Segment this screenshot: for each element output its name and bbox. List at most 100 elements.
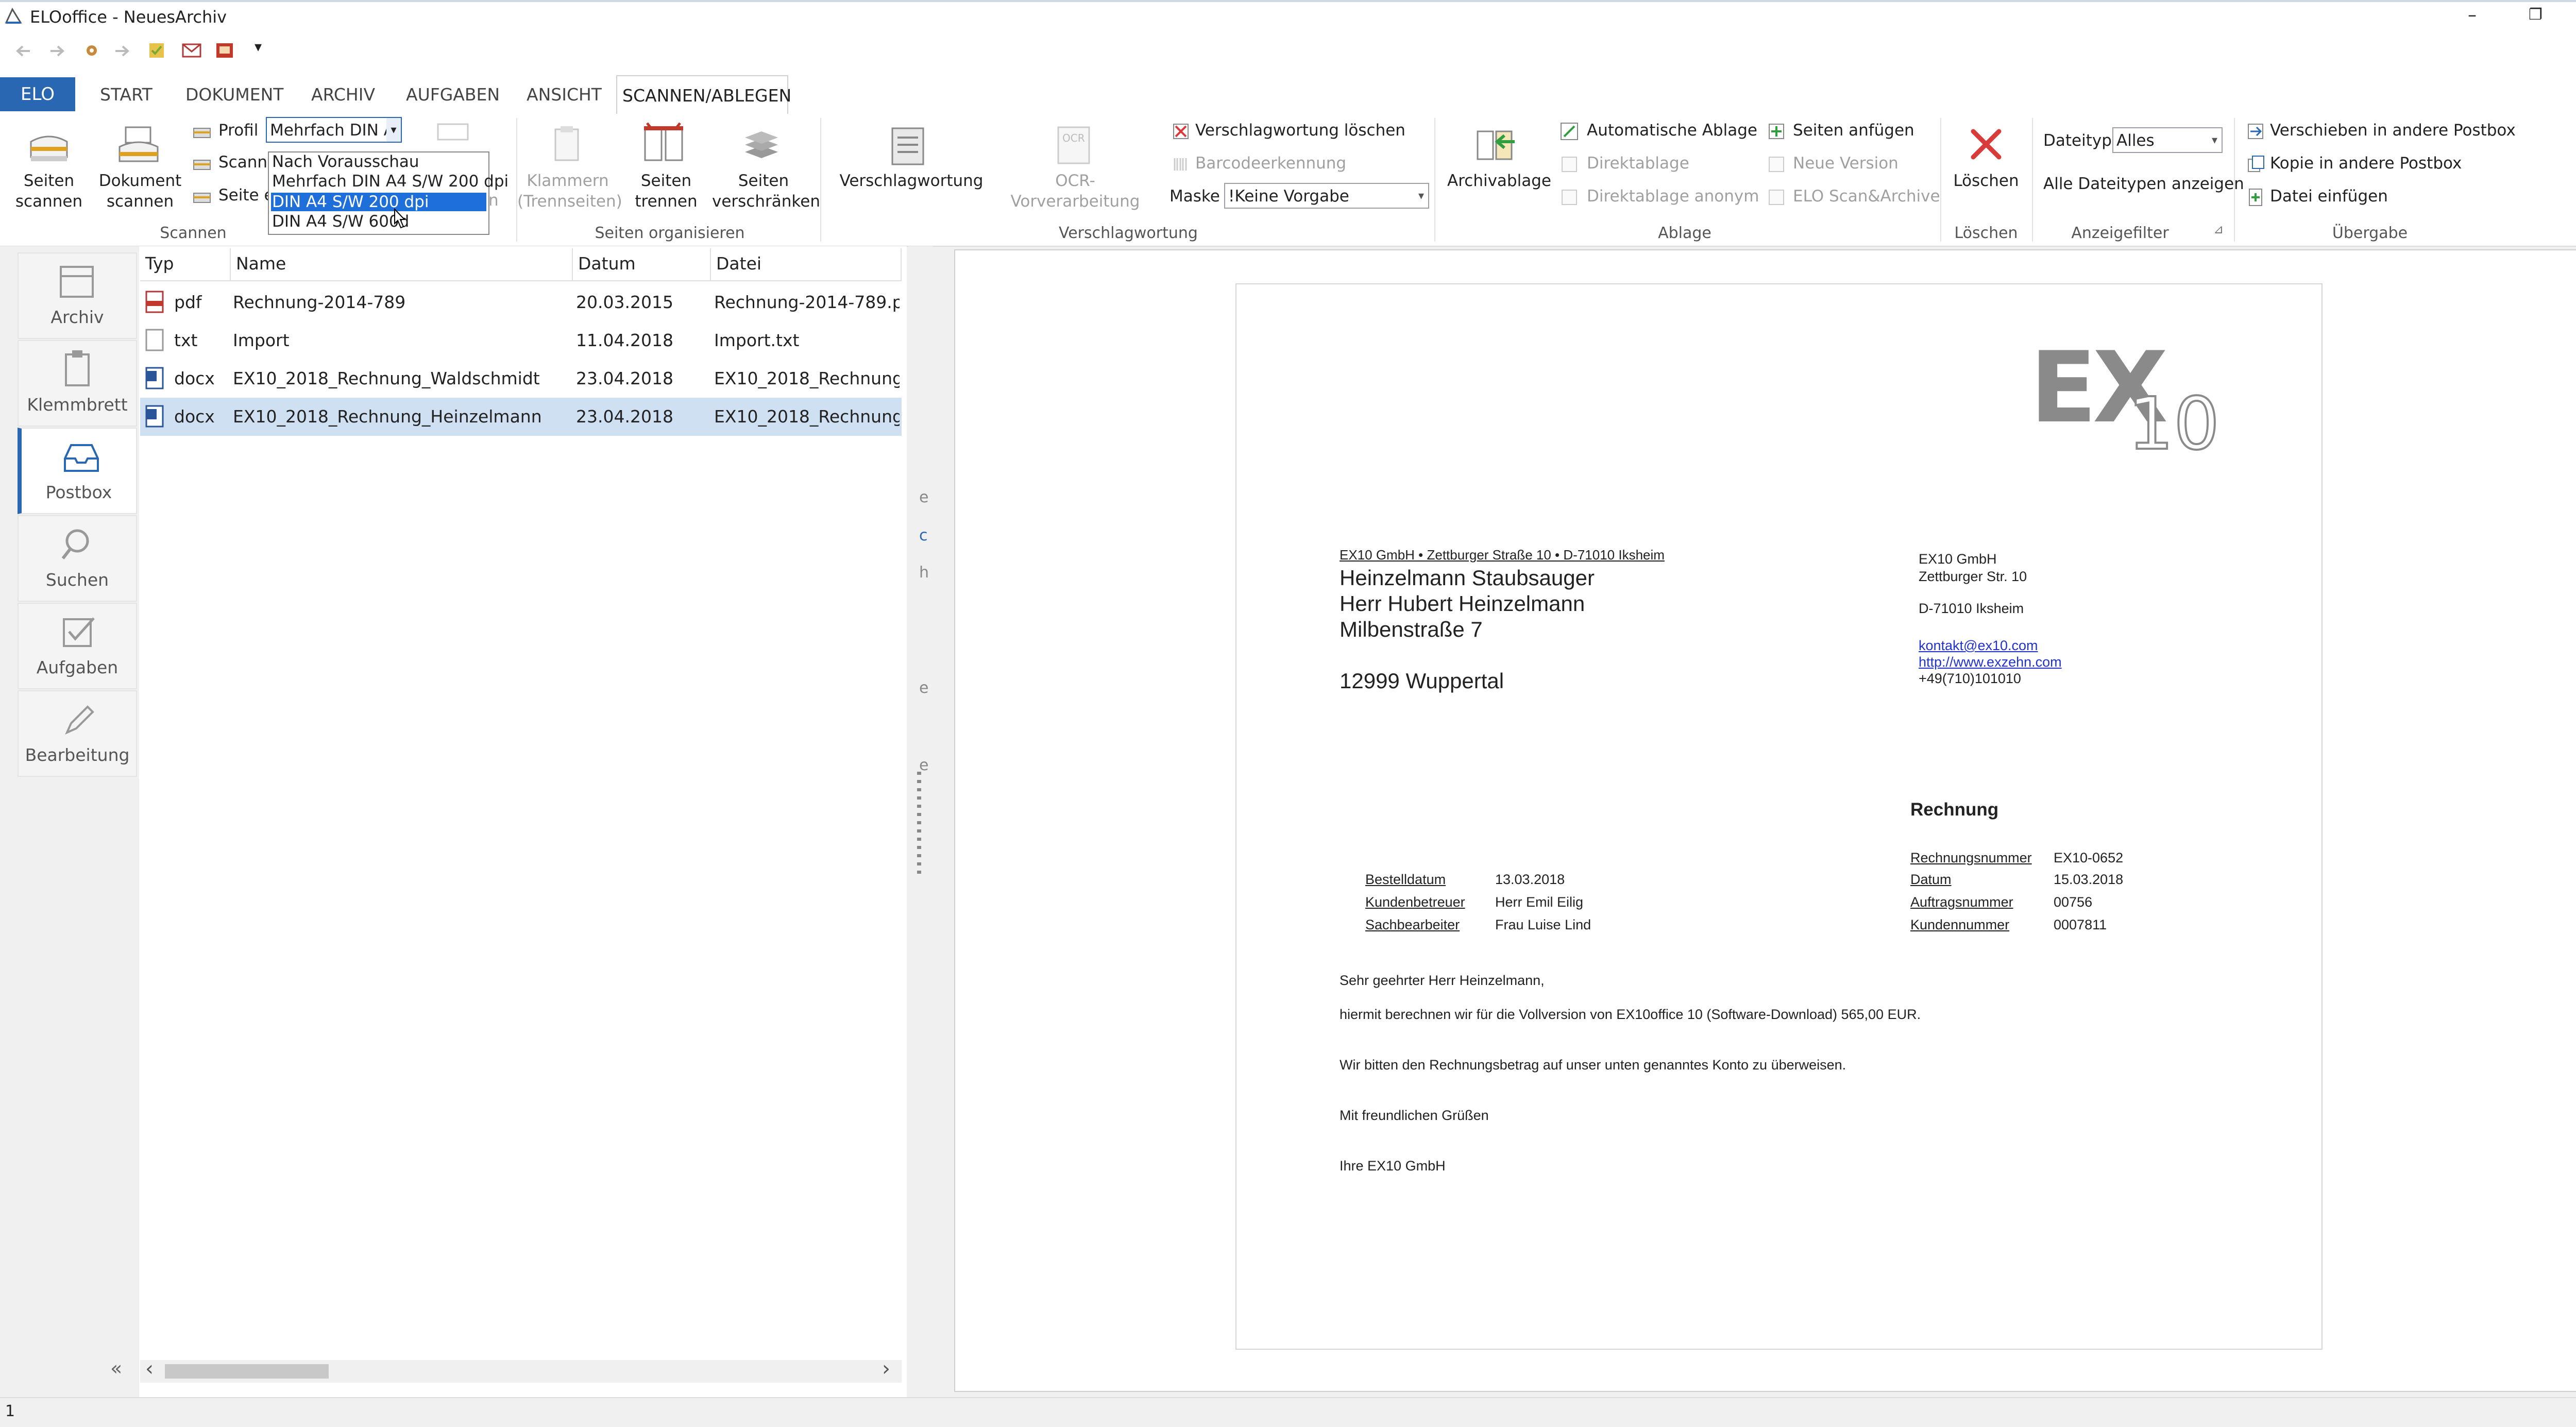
maske-combobox[interactable]: !Keine Vorgabe ▾ <box>1224 183 1429 209</box>
scroll-right-button[interactable]: › <box>882 1357 890 1381</box>
checklist-icon[interactable] <box>147 41 166 60</box>
seiten-trennen-button[interactable]: Seiten trennen <box>623 171 709 212</box>
collapse-pane-button[interactable]: « <box>110 1357 122 1380</box>
insert-file-icon <box>2249 189 2262 206</box>
barcodeerkennung-button: Barcodeerkennung <box>1195 154 1347 173</box>
table-row-selected[interactable]: docx EX10_2018_Rechnung_Heinzelmann 23.0… <box>140 398 902 436</box>
dateityp-combobox[interactable]: Alles ▾ <box>2112 127 2223 153</box>
mail-icon[interactable] <box>181 41 202 60</box>
seiten-anfuegen-button[interactable]: Seiten anfügen <box>1793 121 1914 140</box>
verschlagwortung-button[interactable]: Verschlagwortung <box>837 171 986 191</box>
scroll-left-button[interactable]: ‹ <box>145 1357 154 1381</box>
separator <box>1940 118 1941 242</box>
horizontal-scrollbar[interactable]: ‹ › <box>140 1357 902 1383</box>
postbox-icon[interactable] <box>214 40 235 61</box>
company-web-link[interactable]: http://www.exzehn.com <box>1919 654 2062 670</box>
profil-option[interactable]: Mehrfach DIN A4 S/W 200 dpi <box>272 172 509 191</box>
verschlagwortung-loeschen-button[interactable]: Verschlagwortung löschen <box>1195 121 1405 140</box>
chevron-down-icon[interactable]: ▾ <box>1418 184 1424 208</box>
pane-splitter[interactable]: e c h e e <box>908 246 933 1400</box>
nav-suchen[interactable]: Suchen <box>18 515 137 602</box>
forward-icon[interactable] <box>47 43 66 59</box>
table-row[interactable]: txt Import 11.04.2018 Import.txt <box>140 321 902 360</box>
profil-option-selected[interactable]: DIN A4 S/W 200 dpi <box>271 193 486 211</box>
scrollbar-thumb[interactable] <box>165 1364 329 1379</box>
profil-combobox-value: Mehrfach DIN A <box>270 121 395 140</box>
tab-archiv[interactable]: ARCHIV <box>306 75 380 114</box>
tab-start[interactable]: START <box>95 75 158 114</box>
group-scannen: Scannen <box>160 224 227 242</box>
cell-name: EX10_2018_Rechnung_Waldschmidt <box>233 368 540 388</box>
gear-icon[interactable] <box>82 41 101 60</box>
tab-scannen-ablegen[interactable]: SCANNEN/ABLEGEN <box>616 75 791 114</box>
seiten-scannen-button[interactable]: Seiten scannen <box>10 171 88 212</box>
archive-icon <box>60 266 94 298</box>
search-icon <box>61 529 89 559</box>
table-row[interactable]: docx EX10_2018_Rechnung_Waldschmidt 23.0… <box>140 360 902 398</box>
meta-label: Auftragsnummer <box>1910 894 2013 910</box>
tab-dokument[interactable]: DOKUMENT <box>180 75 289 114</box>
nav-aufgaben[interactable]: Aufgaben <box>18 603 137 689</box>
minimize-button[interactable]: – <box>2468 2 2477 28</box>
table-row[interactable]: pdf Rechnung-2014-789 20.03.2015 Rechnun… <box>140 283 902 321</box>
cell-datum: 23.04.2018 <box>576 406 673 427</box>
tab-aufgaben[interactable]: AUFGABEN <box>401 75 505 114</box>
tab-elo[interactable]: ELO <box>0 77 75 111</box>
column-datei[interactable]: Datei <box>711 248 902 281</box>
column-name[interactable]: Name <box>231 248 573 281</box>
datei-einfuegen-button[interactable]: Datei einfügen <box>2270 187 2388 206</box>
dokument-scannen-button[interactable]: Dokument scannen <box>97 171 183 212</box>
seiten-anfuegen-icon <box>1769 124 1784 139</box>
automatische-ablage-icon <box>1561 123 1578 140</box>
column-typ[interactable]: Typ <box>140 248 231 281</box>
kopie-postbox-button[interactable]: Kopie in andere Postbox <box>2270 154 2462 173</box>
maximize-button[interactable]: ❐ <box>2529 2 2543 28</box>
cell-name: EX10_2018_Rechnung_Heinzelmann <box>233 406 542 427</box>
seite-label[interactable]: Seite e <box>218 186 274 205</box>
maske-combobox-value: !Keine Vorgabe <box>1228 187 1349 206</box>
recipient-line: Herr Hubert Heinzelmann <box>1340 591 1585 616</box>
edge-letter: c <box>919 526 928 545</box>
archivablage-button[interactable]: Archivablage <box>1443 171 1556 191</box>
nav-klemmbrett[interactable]: Klemmbrett <box>18 340 137 427</box>
direktablage-anonym-icon <box>1562 190 1577 205</box>
nav-bearbeitung-label: Bearbeitung <box>25 745 130 765</box>
archivablage-icon <box>1477 130 1515 160</box>
chevron-down-icon[interactable]: ▾ <box>386 118 401 142</box>
dialog-launcher-icon[interactable]: ⊿ <box>2213 222 2224 236</box>
separator <box>1434 118 1435 242</box>
verschieben-postbox-button[interactable]: Verschieben in andere Postbox <box>2270 121 2516 140</box>
recipient-line: Milbenstraße 7 <box>1340 617 1483 641</box>
loeschen-button[interactable]: Löschen <box>1942 171 2030 191</box>
letter-paragraph: hiermit berechnen wir für die Vollversio… <box>1340 1007 1921 1022</box>
nav-postbox[interactable]: Postbox <box>18 428 137 514</box>
company-email-link[interactable]: kontakt@ex10.com <box>1919 638 2038 654</box>
scan-archive-icon <box>1769 190 1784 205</box>
scann-label[interactable]: Scann <box>218 153 267 172</box>
seiten-verschraenken-button[interactable]: Seiten verschränken <box>712 171 820 212</box>
nav-archiv[interactable]: Archiv <box>18 252 137 339</box>
cell-datei: EX10_2018_Rechnung_H <box>714 406 900 427</box>
nav-postbox-label: Postbox <box>45 482 112 502</box>
alle-dateitypen-anzeigen-button[interactable]: Alle Dateitypen anzeigen <box>2043 175 2244 193</box>
profil-option[interactable]: DIN A4 S/W 600d <box>272 212 409 231</box>
meta-label: Datum <box>1910 872 1952 887</box>
redo-icon[interactable] <box>113 43 132 59</box>
column-datum[interactable]: Datum <box>573 248 711 281</box>
cell-datum: 11.04.2018 <box>576 330 673 350</box>
automatische-ablage-button[interactable]: Automatische Ablage <box>1587 121 1757 140</box>
status-text: 1 <box>5 1402 15 1420</box>
chevron-down-icon[interactable]: ▾ <box>2212 128 2217 152</box>
tab-ansicht[interactable]: ANSICHT <box>521 75 607 114</box>
customize-qat-icon[interactable]: ▾ <box>255 38 262 55</box>
meta-value: 00756 <box>2054 894 2093 910</box>
company-phone: +49(710)101010 <box>1919 671 2021 686</box>
profil-combobox[interactable]: Mehrfach DIN A ▾ <box>266 117 402 143</box>
meta-value: Frau Luise Lind <box>1495 917 1591 932</box>
letter-signature: Ihre EX10 GmbH <box>1340 1158 1446 1174</box>
nav-bearbeitung[interactable]: Bearbeitung <box>18 690 137 777</box>
profil-option[interactable]: Nach Vorausschau <box>272 152 419 171</box>
back-icon[interactable] <box>14 43 33 59</box>
splitter-grip[interactable] <box>917 772 921 875</box>
page-insert-icon <box>193 193 211 203</box>
